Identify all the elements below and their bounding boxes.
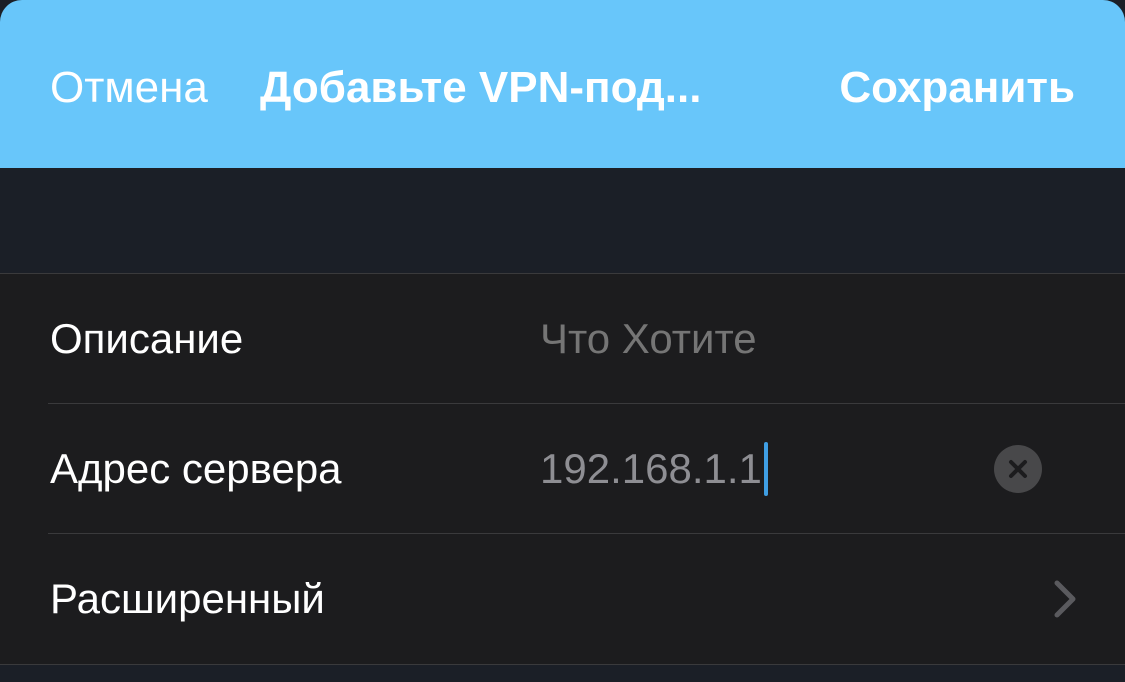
advanced-row[interactable]: Расширенный: [0, 534, 1125, 664]
chevron-right-icon: [1054, 580, 1076, 618]
clear-x-circle-icon[interactable]: [994, 445, 1042, 493]
description-label: Описание: [50, 315, 244, 362]
server-address-value: 192.168.1.1: [540, 445, 762, 492]
description-input[interactable]: [540, 315, 960, 363]
page-title: Добавьте VPN-под...: [260, 63, 702, 112]
navigation-bar: Отмена Добавьте VPN-под... Сохранить: [0, 0, 1125, 168]
cancel-button[interactable]: Отмена: [50, 63, 208, 113]
vpn-settings-list: Описание Адрес сервера 192.168.1.1 Расши…: [0, 273, 1125, 665]
save-button[interactable]: Сохранить: [839, 63, 1075, 113]
section-spacer: [0, 168, 1125, 273]
server-address-input[interactable]: 192.168.1.1: [540, 442, 768, 496]
text-cursor: [763, 442, 768, 496]
advanced-label: Расширенный: [50, 575, 325, 622]
description-row[interactable]: Описание: [0, 274, 1125, 404]
server-address-row[interactable]: Адрес сервера 192.168.1.1: [0, 404, 1125, 534]
server-address-label: Адрес сервера: [50, 445, 342, 492]
